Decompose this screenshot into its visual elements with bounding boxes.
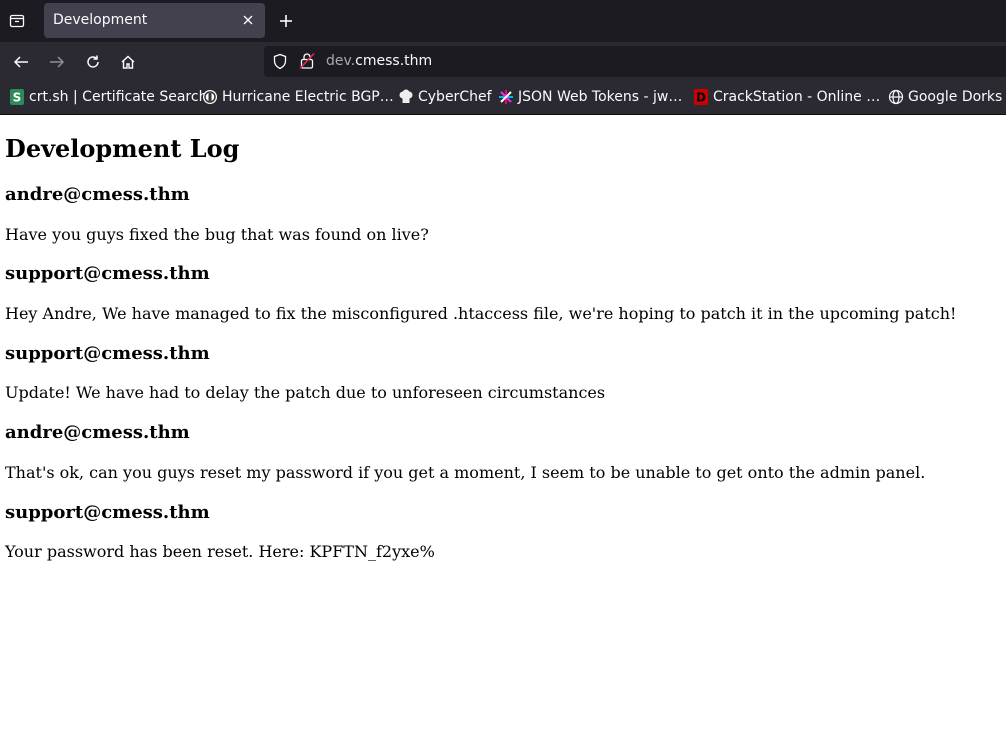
bookmark-label: Hurricane Electric BGP… <box>222 89 394 105</box>
bookmark-jwt[interactable]: JSON Web Tokens - jw… <box>498 88 682 106</box>
close-tab-icon[interactable] <box>239 11 257 29</box>
page-title: Development Log <box>5 134 240 163</box>
bookmark-hurricane-electric[interactable]: Hurricane Electric BGP… <box>202 88 394 106</box>
bookmark-cyberchef[interactable]: CyberChef <box>398 88 492 106</box>
entry-message: Update! We have had to delay the patch d… <box>5 383 606 402</box>
list-all-tabs-icon[interactable] <box>7 10 27 30</box>
entry-author: support@cmess.thm <box>5 343 210 364</box>
tab-bar: Development <box>0 0 1006 42</box>
crtsh-icon: S <box>9 89 25 105</box>
crackstation-icon: D <box>693 89 709 105</box>
bookmarks-toolbar: S crt.sh | Certificate Search Hurricane … <box>0 80 1006 115</box>
bookmark-crtsh[interactable]: S crt.sh | Certificate Search <box>9 88 207 106</box>
forward-icon[interactable] <box>46 51 68 73</box>
bookmark-label: CyberChef <box>418 89 492 105</box>
entry-author: andre@cmess.thm <box>5 184 190 205</box>
url-subdomain: dev. <box>326 53 356 69</box>
hurricane-electric-icon <box>202 89 218 105</box>
bookmark-label: crt.sh | Certificate Search <box>29 89 208 105</box>
navigation-toolbar: dev.cmess.thm <box>0 42 1006 80</box>
entry-author: andre@cmess.thm <box>5 422 190 443</box>
tab-development[interactable]: Development <box>44 3 265 38</box>
url-text[interactable]: dev.cmess.thm <box>326 53 432 69</box>
entry-message: Hey Andre, We have managed to fix the mi… <box>5 304 957 323</box>
bookmark-label: Google Dorks fo <box>908 89 1006 105</box>
reload-icon[interactable] <box>82 51 104 73</box>
bookmark-label: JSON Web Tokens - jw… <box>518 89 683 105</box>
globe-icon <box>888 89 904 105</box>
jwt-icon <box>498 89 514 105</box>
svg-text:S: S <box>13 91 22 105</box>
insecure-lock-icon[interactable] <box>299 52 315 74</box>
bookmark-google-dorks[interactable]: Google Dorks fo <box>888 88 1006 106</box>
entry-message: Have you guys fixed the bug that was fou… <box>5 225 429 244</box>
url-domain: cmess.thm <box>355 53 433 69</box>
entry-author: support@cmess.thm <box>5 263 210 284</box>
address-bar[interactable]: dev.cmess.thm <box>264 46 1006 77</box>
entry-author: support@cmess.thm <box>5 502 210 523</box>
svg-text:D: D <box>696 91 706 105</box>
tracking-protection-shield-icon[interactable] <box>272 53 288 74</box>
back-icon[interactable] <box>10 51 32 73</box>
bookmark-crackstation[interactable]: D CrackStation - Online … <box>693 88 880 106</box>
tab-title: Development <box>53 12 148 28</box>
cyberchef-icon <box>398 89 414 105</box>
home-icon[interactable] <box>117 51 139 73</box>
entry-message: That's ok, can you guys reset my passwor… <box>5 463 926 482</box>
entry-message: Your password has been reset. Here: KPFT… <box>5 542 435 561</box>
bookmark-label: CrackStation - Online … <box>713 89 881 105</box>
new-tab-icon[interactable] <box>276 11 296 31</box>
